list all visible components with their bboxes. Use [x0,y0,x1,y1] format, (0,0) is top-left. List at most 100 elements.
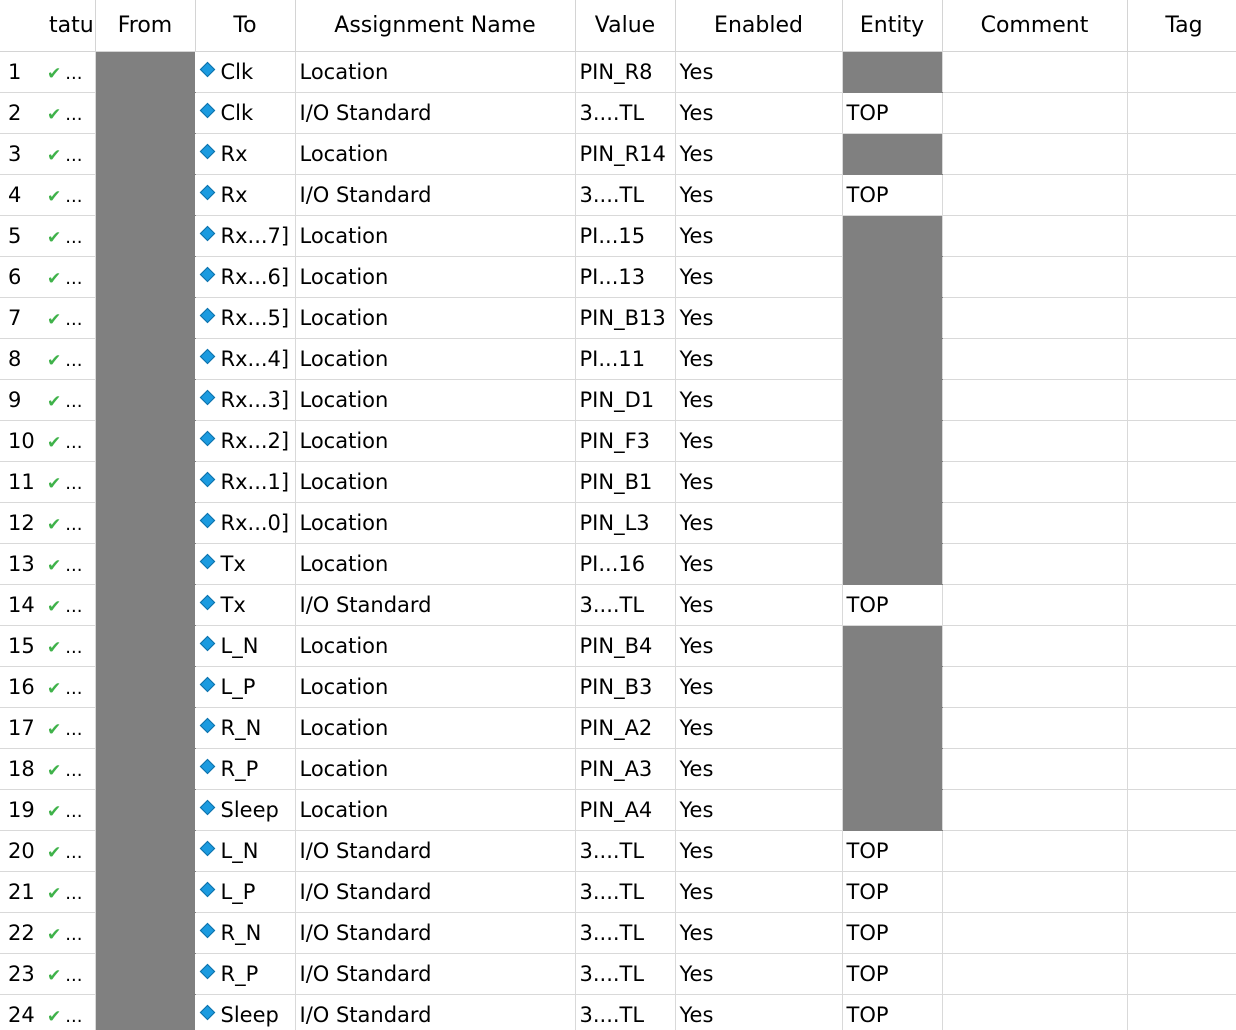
entity-cell[interactable]: TOP [842,871,943,913]
entity-cell[interactable] [842,502,943,544]
tag-cell[interactable] [1127,420,1236,462]
enabled-cell[interactable]: Yes [675,543,843,585]
entity-cell[interactable] [842,256,943,298]
to-cell[interactable]: L_P [195,871,296,913]
from-cell[interactable] [95,789,196,831]
from-cell[interactable] [95,51,196,93]
tag-cell[interactable] [1127,133,1236,175]
value-cell[interactable]: PIN_L3 [575,502,676,544]
assignment-name-cell[interactable]: I/O Standard [295,92,576,134]
tag-cell[interactable] [1127,215,1236,257]
to-cell[interactable]: Rx...0] [195,502,296,544]
comment-cell[interactable] [942,502,1128,544]
to-cell[interactable]: L_P [195,666,296,708]
value-cell[interactable]: PI...16 [575,543,676,585]
table-row[interactable]: 14 ✔... Tx I/O Standard 3....TL Yes TOP [0,584,1236,626]
assignment-name-cell[interactable]: I/O Standard [295,871,576,913]
row-number[interactable]: 10 [0,420,43,462]
comment-cell[interactable] [942,256,1128,298]
enabled-cell[interactable]: Yes [675,994,843,1030]
status-cell[interactable]: ✔... [43,256,96,298]
entity-cell[interactable]: TOP [842,92,943,134]
status-cell[interactable]: ✔... [43,502,96,544]
status-cell[interactable]: ✔... [43,338,96,380]
row-number[interactable]: 1 [0,51,43,93]
row-number[interactable]: 13 [0,543,43,585]
table-row[interactable]: 18 ✔... R_P Location PIN_A3 Yes [0,748,1236,790]
tag-cell[interactable] [1127,953,1236,995]
row-number[interactable]: 21 [0,871,43,913]
assignment-name-cell[interactable]: Location [295,707,576,749]
from-cell[interactable] [95,215,196,257]
enabled-cell[interactable]: Yes [675,338,843,380]
assignment-name-cell[interactable]: Location [295,461,576,503]
assignment-name-cell[interactable]: I/O Standard [295,174,576,216]
assignment-name-cell[interactable]: Location [295,215,576,257]
enabled-cell[interactable]: Yes [675,420,843,462]
to-cell[interactable]: Clk [195,92,296,134]
to-cell[interactable]: Rx [195,174,296,216]
status-cell[interactable]: ✔... [43,174,96,216]
tag-cell[interactable] [1127,338,1236,380]
entity-cell[interactable]: TOP [842,953,943,995]
table-row[interactable]: 3 ✔... Rx Location PIN_R14 Yes [0,133,1236,175]
assignment-name-cell[interactable]: I/O Standard [295,830,576,872]
tag-cell[interactable] [1127,625,1236,667]
assignment-name-cell[interactable]: Location [295,379,576,421]
entity-cell[interactable] [842,625,943,667]
status-cell[interactable]: ✔... [43,953,96,995]
from-cell[interactable] [95,379,196,421]
value-cell[interactable]: 3....TL [575,174,676,216]
entity-cell[interactable] [842,789,943,831]
row-number[interactable]: 12 [0,502,43,544]
comment-cell[interactable] [942,174,1128,216]
table-row[interactable]: 16 ✔... L_P Location PIN_B3 Yes [0,666,1236,708]
entity-cell[interactable]: TOP [842,912,943,954]
table-row[interactable]: 4 ✔... Rx I/O Standard 3....TL Yes TOP [0,174,1236,216]
assignment-name-cell[interactable]: I/O Standard [295,584,576,626]
assignment-name-cell[interactable]: Location [295,297,576,339]
from-cell[interactable] [95,420,196,462]
to-cell[interactable]: Clk [195,51,296,93]
entity-cell[interactable] [842,297,943,339]
enabled-cell[interactable]: Yes [675,666,843,708]
from-cell[interactable] [95,297,196,339]
comment-cell[interactable] [942,789,1128,831]
comment-cell[interactable] [942,297,1128,339]
table-row[interactable]: 22 ✔... R_N I/O Standard 3....TL Yes TOP [0,912,1236,954]
entity-cell[interactable] [842,133,943,175]
status-cell[interactable]: ✔... [43,92,96,134]
value-cell[interactable]: PIN_F3 [575,420,676,462]
to-cell[interactable]: Rx...4] [195,338,296,380]
header-tag[interactable]: Tag [1127,0,1236,52]
value-cell[interactable]: PIN_B3 [575,666,676,708]
entity-cell[interactable] [842,666,943,708]
header-enabled[interactable]: Enabled [675,0,843,52]
comment-cell[interactable] [942,215,1128,257]
enabled-cell[interactable]: Yes [675,297,843,339]
value-cell[interactable]: 3....TL [575,92,676,134]
header-entity[interactable]: Entity [842,0,943,52]
to-cell[interactable]: Sleep [195,994,296,1030]
row-number[interactable]: 20 [0,830,43,872]
status-cell[interactable]: ✔... [43,420,96,462]
to-cell[interactable]: Rx...1] [195,461,296,503]
tag-cell[interactable] [1127,912,1236,954]
from-cell[interactable] [95,92,196,134]
status-cell[interactable]: ✔... [43,994,96,1030]
header-value[interactable]: Value [575,0,676,52]
row-number[interactable]: 18 [0,748,43,790]
enabled-cell[interactable]: Yes [675,625,843,667]
enabled-cell[interactable]: Yes [675,379,843,421]
status-cell[interactable]: ✔... [43,789,96,831]
row-number[interactable]: 22 [0,912,43,954]
to-cell[interactable]: R_P [195,748,296,790]
row-number[interactable]: 11 [0,461,43,503]
to-cell[interactable]: Rx...7] [195,215,296,257]
comment-cell[interactable] [942,420,1128,462]
header-comment[interactable]: Comment [942,0,1128,52]
assignment-name-cell[interactable]: Location [295,338,576,380]
comment-cell[interactable] [942,625,1128,667]
comment-cell[interactable] [942,379,1128,421]
tag-cell[interactable] [1127,92,1236,134]
